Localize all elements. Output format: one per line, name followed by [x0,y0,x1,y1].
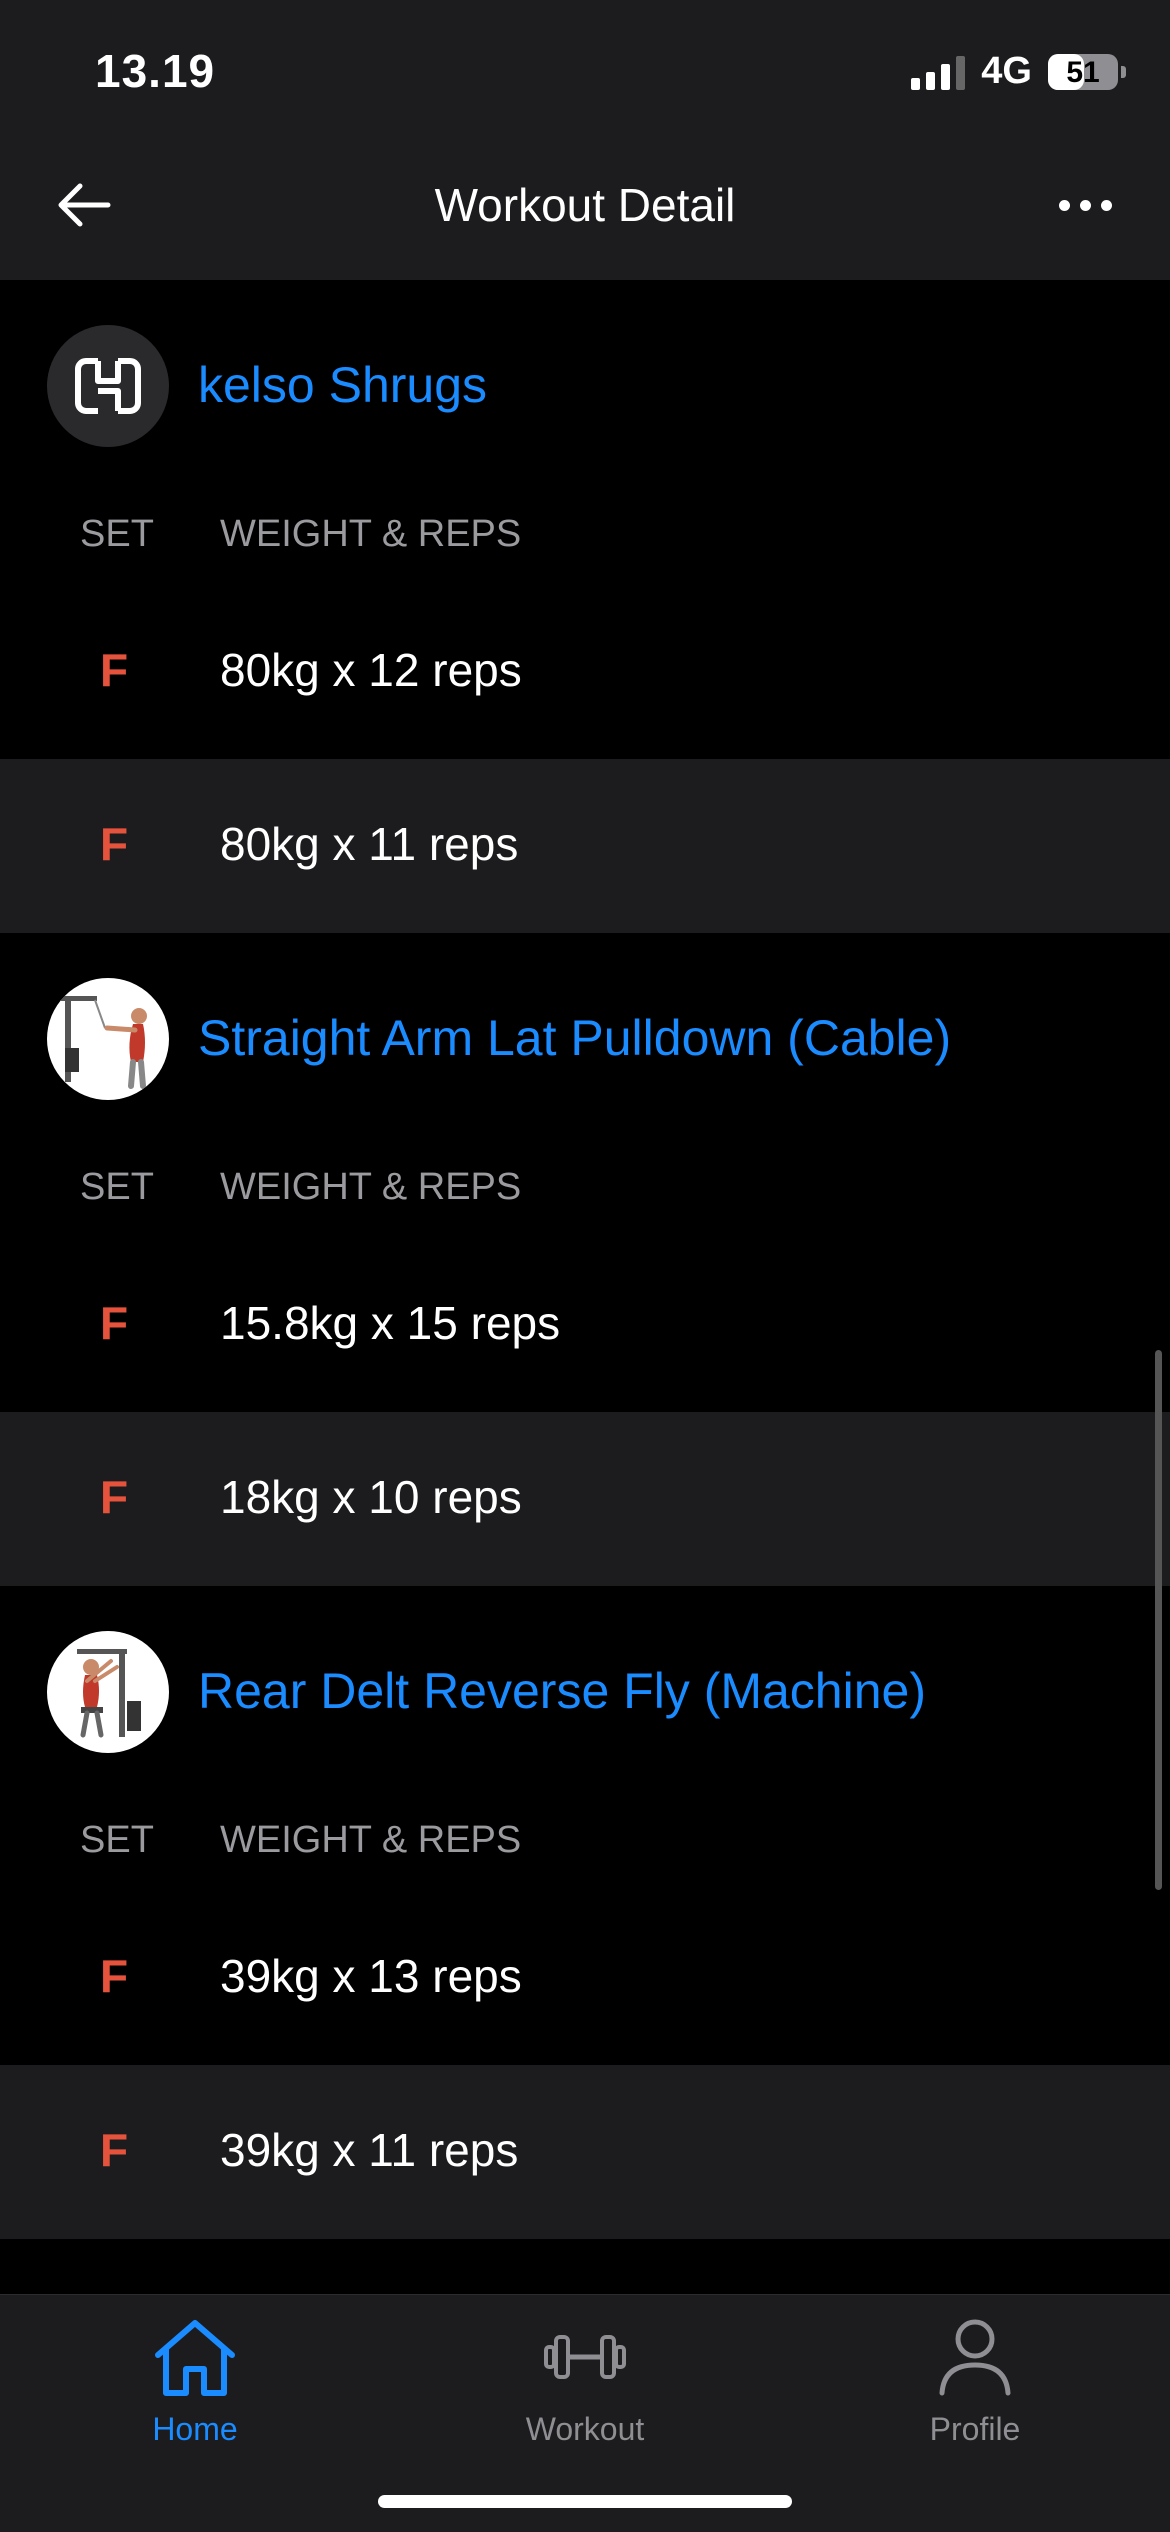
exercise-illustration-icon [77,1649,141,1738]
set-row: F 39kg x 11 reps [0,2065,1170,2239]
exercise-illustration-icon [61,996,147,1089]
signal-icon [911,54,966,90]
exercise-card: Straight Arm Lat Pulldown (Cable) SET WE… [0,933,1170,1586]
set-type: F [100,818,129,870]
set-weight-reps: 39kg x 11 reps [220,2124,519,2176]
hevy-logo-icon [75,358,141,414]
nav-bar: Workout Detail [0,140,1170,280]
set-type: F [100,1950,129,2002]
set-column-headers: SET WEIGHT & REPS [0,1148,1170,1238]
set-column-headers: SET WEIGHT & REPS [0,1801,1170,1891]
workout-exercise-list[interactable]: kelso Shrugs SET WEIGHT & REPS F 80kg x … [0,280,1170,2294]
set-weight-reps: 39kg x 13 reps [220,1950,522,2002]
set-type: F [100,2124,129,2176]
set-weight-reps: 15.8kg x 15 reps [220,1297,561,1349]
set-weight-reps: 80kg x 11 reps [220,818,519,870]
status-time: 13.19 [95,45,216,97]
set-row: F 80kg x 11 reps [0,759,1170,933]
set-weight-reps: 18kg x 10 reps [220,1471,522,1523]
tab-label-home: Home [152,2411,238,2447]
tab-label-workout: Workout [525,2411,645,2447]
set-column-headers: SET WEIGHT & REPS [0,495,1170,585]
more-horizontal-icon [1058,199,1070,211]
more-options-button[interactable] [1040,165,1130,245]
dumbbell-icon [544,2335,626,2379]
exercise-name[interactable]: Straight Arm Lat Pulldown (Cable) [198,1009,951,1067]
exercise-thumbnail [47,978,169,1100]
set-weight-reps: 80kg x 12 reps [220,644,522,696]
battery-icon: 51 [1048,53,1126,90]
scrollbar[interactable] [1155,1350,1162,1890]
status-indicators: 4G 51 [911,50,1126,93]
exercise-thumbnail [47,325,169,447]
column-header-weight-reps: WEIGHT & REPS [220,1819,522,1861]
tab-home[interactable]: Home [75,2295,315,2455]
exercise-name[interactable]: kelso Shrugs [198,356,487,414]
column-header-weight-reps: WEIGHT & REPS [220,1166,522,1208]
battery-level: 51 [1066,55,1100,89]
column-header-weight-reps: WEIGHT & REPS [220,513,522,555]
tab-label-profile: Profile [929,2411,1021,2447]
column-header-set: SET [80,1166,154,1208]
exercise-header[interactable]: Straight Arm Lat Pulldown (Cable) [0,933,1170,1148]
exercise-card: Rear Delt Reverse Fly (Machine) SET WEIG… [0,1586,1170,2239]
status-bar: 13.19 4G 51 [0,0,1170,140]
exercise-thumbnail [47,1631,169,1753]
page-title: Workout Detail [434,179,736,231]
home-indicator [378,2495,792,2508]
set-type: F [100,1297,129,1349]
home-icon [155,2320,235,2396]
user-icon [939,2319,1011,2396]
set-row: F 18kg x 10 reps [0,1412,1170,1586]
set-row: F 39kg x 13 reps [0,1891,1170,2065]
set-type: F [100,1471,129,1523]
exercise-header[interactable]: Rear Delt Reverse Fly (Machine) [0,1586,1170,1801]
set-row: F 80kg x 12 reps [0,585,1170,759]
exercise-header[interactable]: kelso Shrugs [0,280,1170,495]
exercise-card: kelso Shrugs SET WEIGHT & REPS F 80kg x … [0,280,1170,933]
set-row: F 15.8kg x 15 reps [0,1238,1170,1412]
tab-workout[interactable]: Workout [465,2295,705,2455]
network-type: 4G [981,50,1032,92]
exercise-name[interactable]: Rear Delt Reverse Fly (Machine) [198,1662,926,1720]
tab-bar: Home Workout Profile [0,2294,1170,2532]
column-header-set: SET [80,1819,154,1861]
tab-profile[interactable]: Profile [855,2295,1095,2455]
column-header-set: SET [80,513,154,555]
set-type: F [100,644,129,696]
